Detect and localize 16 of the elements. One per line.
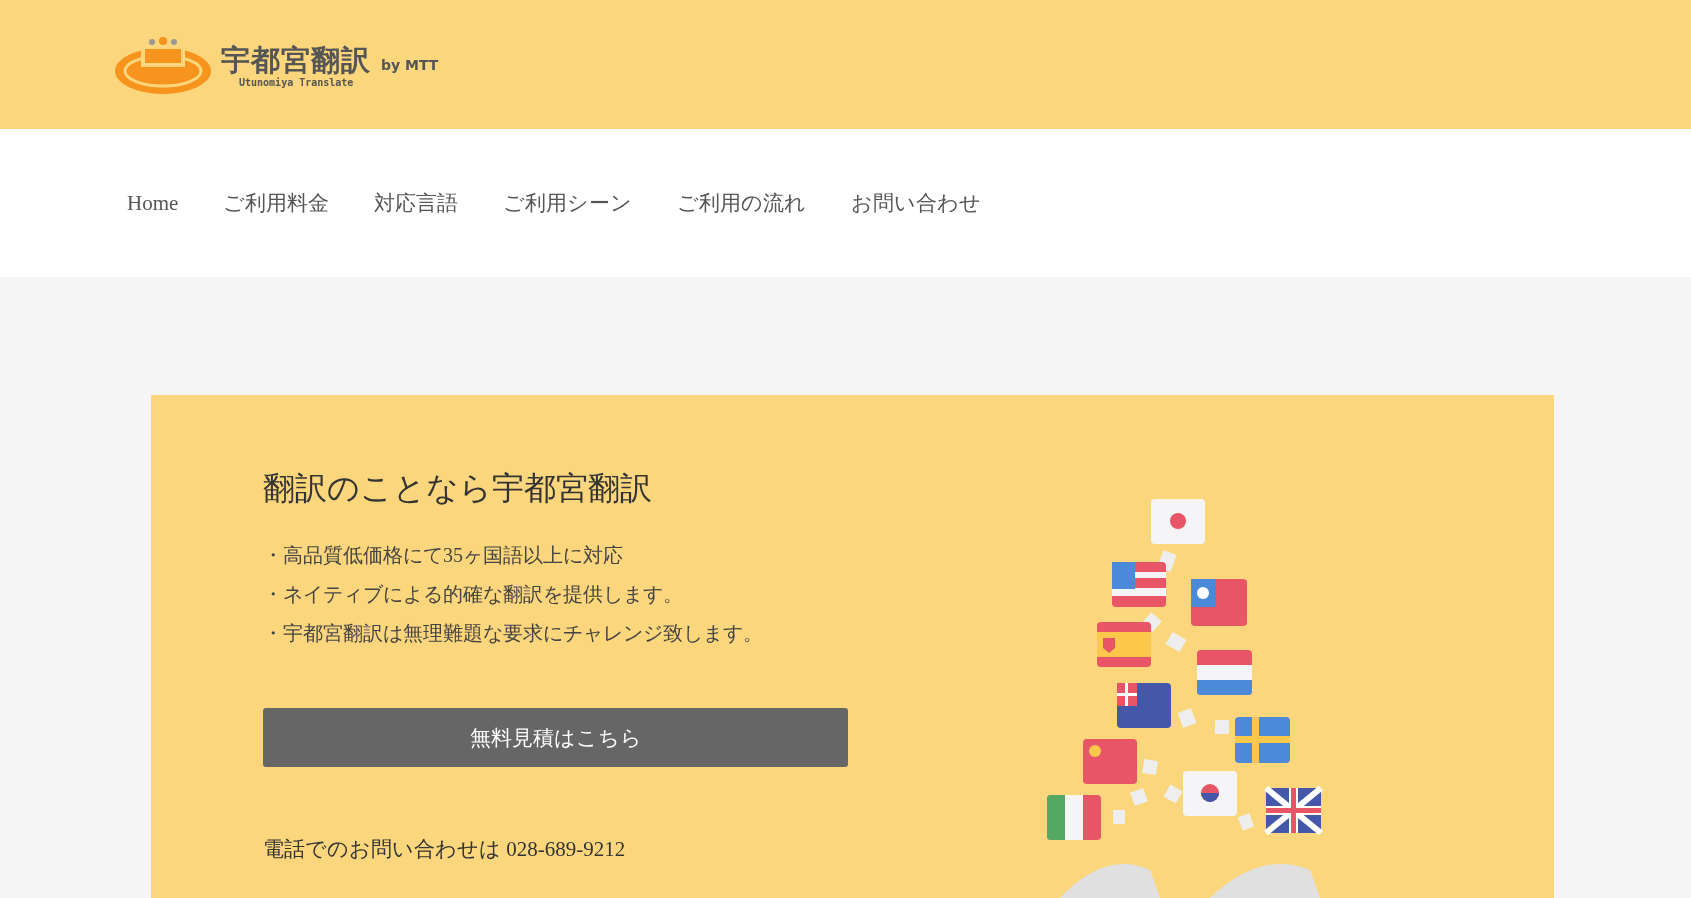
nav-link[interactable]: 対応言語 [364, 189, 481, 217]
phone-text: 電話でのお問い合わせは 028-689-9212 [263, 836, 627, 863]
feature-text: ・宇都宮翻訳は無理難題な要求にチャレンジ致します。 [263, 621, 764, 646]
hero-title: 翻訳のことなら宇都宮翻訳 [263, 469, 653, 508]
logo-title: 宇都宮翻訳 [221, 42, 371, 77]
logo-tagline: by MTT [381, 57, 439, 73]
nav-link[interactable]: ご利用料金 [213, 189, 352, 217]
logo-subtitle: Utunomiya Translate [239, 77, 355, 88]
feature-text: ・高品質低価格にて35ヶ国語以上に対応 [263, 543, 624, 568]
nav-link[interactable]: Home [117, 190, 201, 216]
logo-icon [113, 34, 213, 95]
nav-link[interactable]: お問い合わせ [841, 189, 1004, 217]
nav-link[interactable]: ご利用の流れ [667, 189, 829, 217]
feature-text: ・ネイティブによる的確な翻訳を提供します。 [263, 582, 684, 607]
nav-link[interactable]: ご利用シーン [493, 189, 655, 217]
free-quote-button[interactable]: 無料見積はこちら [263, 708, 848, 767]
